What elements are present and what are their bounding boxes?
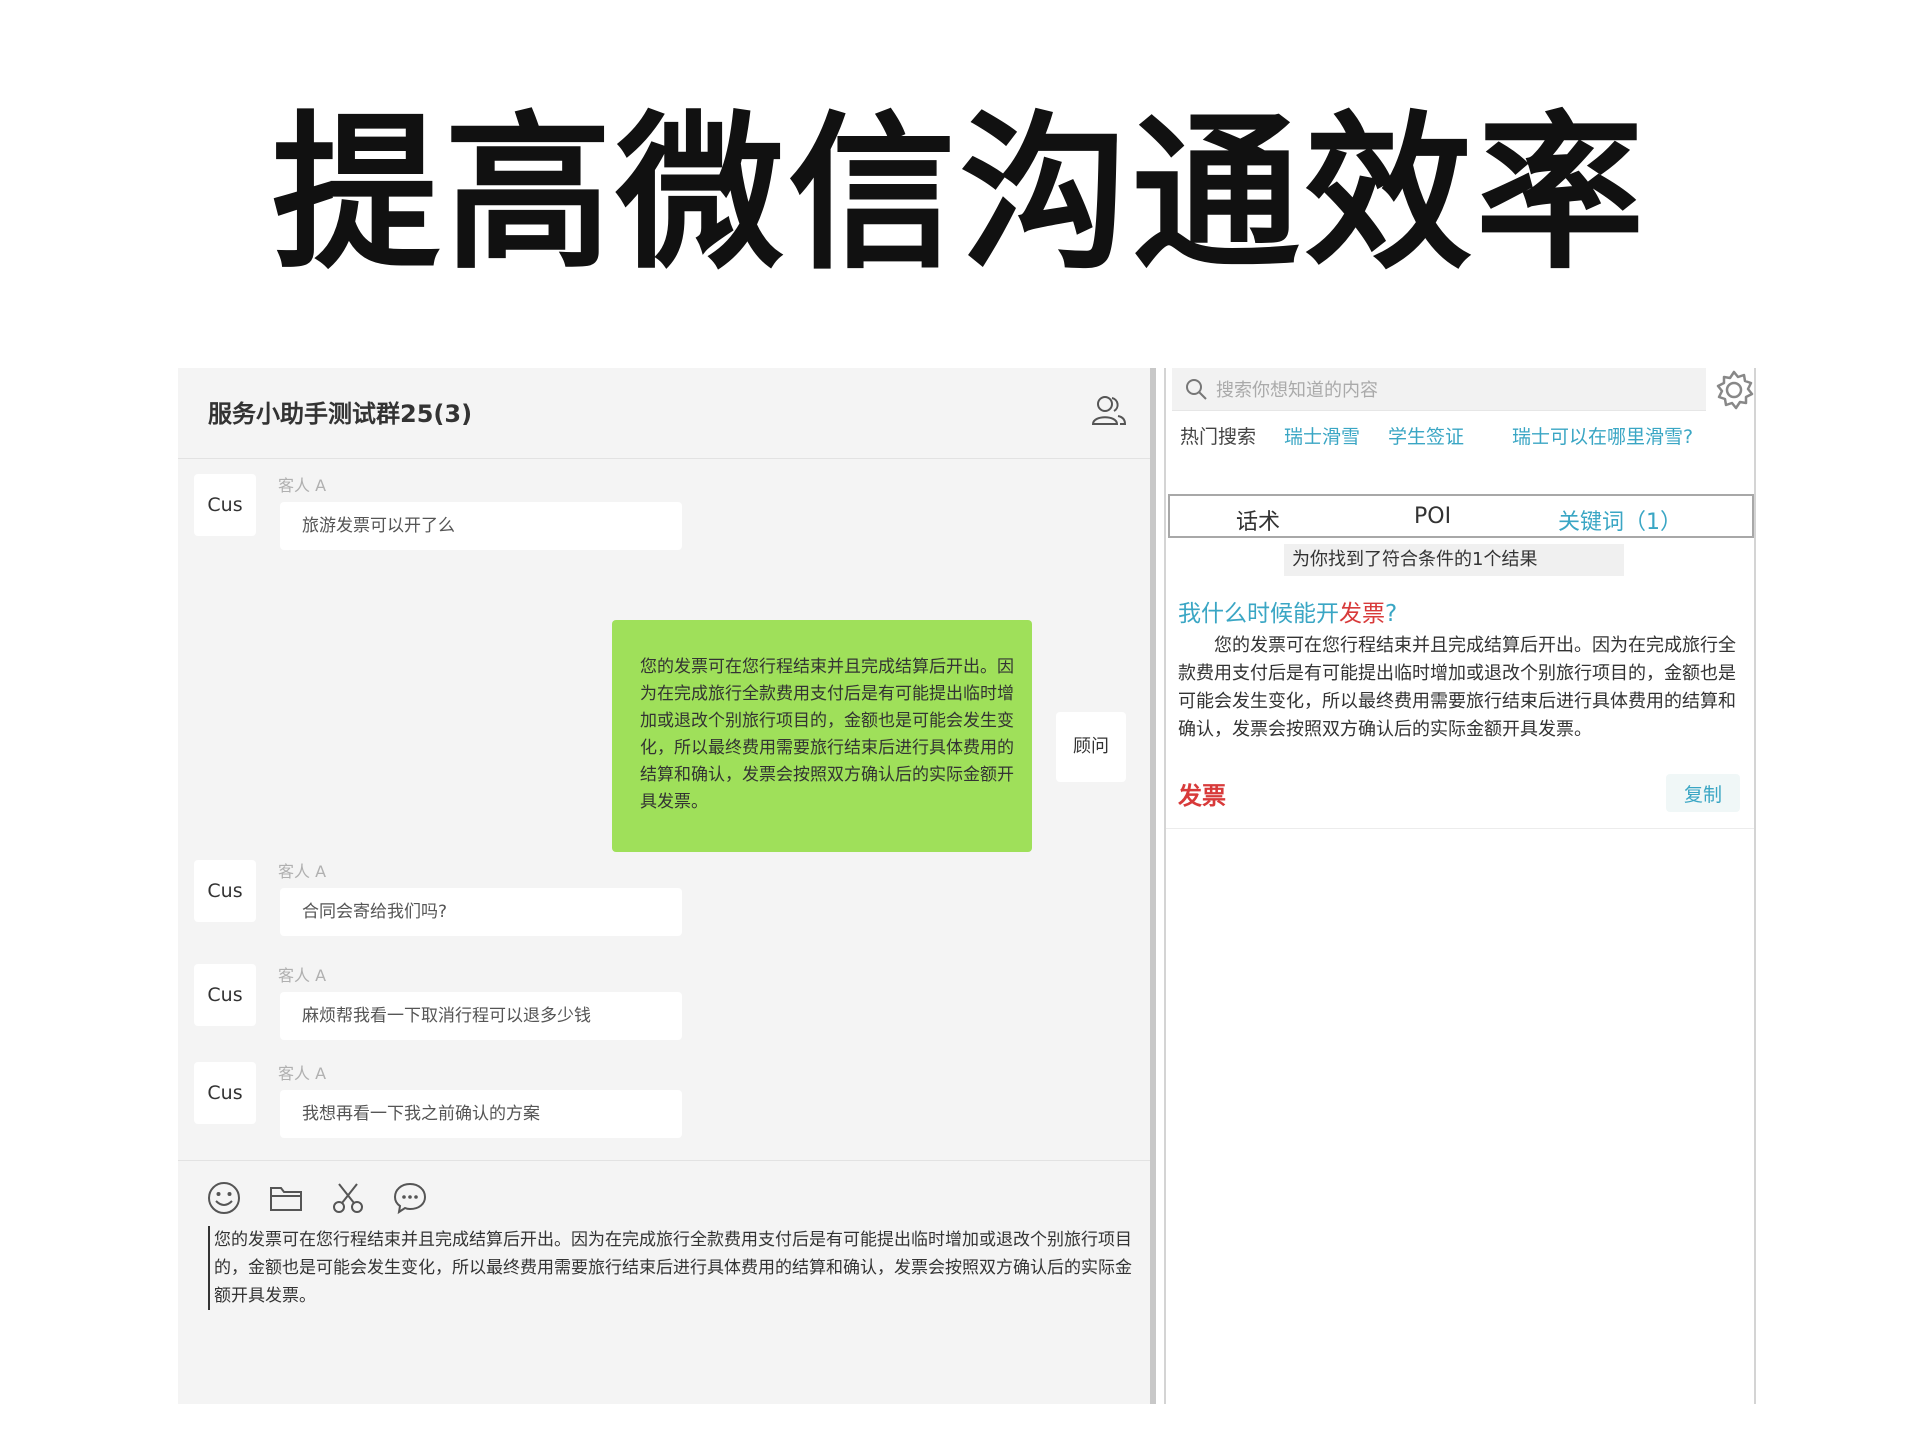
sender-name: 客人 A [278, 966, 327, 985]
page-headline: 提高微信沟通效率 [272, 96, 1648, 292]
search-icon [1186, 379, 1207, 400]
customer-avatar[interactable]: Cus [194, 1062, 256, 1124]
hot-search-item[interactable]: 瑞士滑雪 [1284, 422, 1360, 449]
members-icon[interactable] [1090, 392, 1128, 430]
hot-search-item[interactable]: 学生签证 [1388, 422, 1464, 449]
message-input[interactable]: 您的发票可在您行程结束并且完成结算后开出。因为在完成旅行全款费用支付后是有可能提… [208, 1226, 1134, 1310]
tab-poi[interactable]: POI [1414, 504, 1451, 529]
card-title-prefix: 我什么时候能开 [1178, 601, 1339, 627]
card-divider [1166, 828, 1754, 829]
result-card-keyword: 发票 [1178, 782, 1226, 810]
sender-name: 客人 A [278, 862, 327, 881]
input-divider [178, 1160, 1150, 1161]
chat-bubble-icon[interactable] [392, 1180, 428, 1216]
card-title-highlight: 发票 [1339, 601, 1385, 627]
gear-icon[interactable] [1712, 368, 1756, 412]
message-bubble[interactable]: 旅游发票可以开了么 [280, 502, 682, 550]
folder-icon[interactable] [268, 1180, 304, 1216]
advisor-avatar[interactable]: 顾问 [1056, 712, 1126, 782]
scissors-icon[interactable] [330, 1180, 366, 1216]
assistant-panel: 热门搜索 瑞士滑雪 学生签证 瑞士可以在哪里滑雪? 话术 POI 关键词（1） … [1164, 368, 1756, 1404]
chat-header: 服务小助手测试群25(3) [178, 368, 1150, 459]
copy-button[interactable]: 复制 [1666, 774, 1740, 812]
message-bubble[interactable]: 合同会寄给我们吗? [280, 888, 682, 936]
chat-window: 服务小助手测试群25(3) Cus 客人 A 旅游发票可以开了么 您的发票可在您… [178, 368, 1156, 1404]
result-card-title[interactable]: 我什么时候能开发票? [1178, 594, 1397, 628]
card-title-suffix: ? [1385, 601, 1398, 627]
emoji-icon[interactable] [206, 1180, 242, 1216]
chat-title: 服务小助手测试群25(3) [208, 400, 473, 428]
search-bar[interactable] [1172, 368, 1706, 411]
tab-keywords[interactable]: 关键词（1） [1558, 504, 1682, 536]
tab-scripts[interactable]: 话术 [1236, 504, 1280, 536]
search-input[interactable] [1214, 373, 1698, 407]
customer-avatar[interactable]: Cus [194, 964, 256, 1026]
customer-avatar[interactable]: Cus [194, 860, 256, 922]
message-bubble[interactable]: 麻烦帮我看一下取消行程可以退多少钱 [280, 992, 682, 1040]
sender-name: 客人 A [278, 1064, 327, 1083]
hot-search-label: 热门搜索 [1180, 426, 1257, 448]
result-card-body: 您的发票可在您行程结束并且完成结算后开出。因为在完成旅行全款费用支付后是有可能提… [1178, 635, 1736, 740]
hot-search-item[interactable]: 瑞士可以在哪里滑雪? [1512, 422, 1693, 449]
result-count: 为你找到了符合条件的1个结果 [1284, 544, 1624, 576]
sender-name: 客人 A [278, 476, 327, 495]
message-bubble[interactable]: 我想再看一下我之前确认的方案 [280, 1090, 682, 1138]
advisor-message-bubble[interactable]: 您的发票可在您行程结束并且完成结算后开出。因为在完成旅行全款费用支付后是有可能提… [612, 620, 1032, 852]
customer-avatar[interactable]: Cus [194, 474, 256, 536]
result-tabs: 话术 POI 关键词（1） [1168, 494, 1754, 538]
